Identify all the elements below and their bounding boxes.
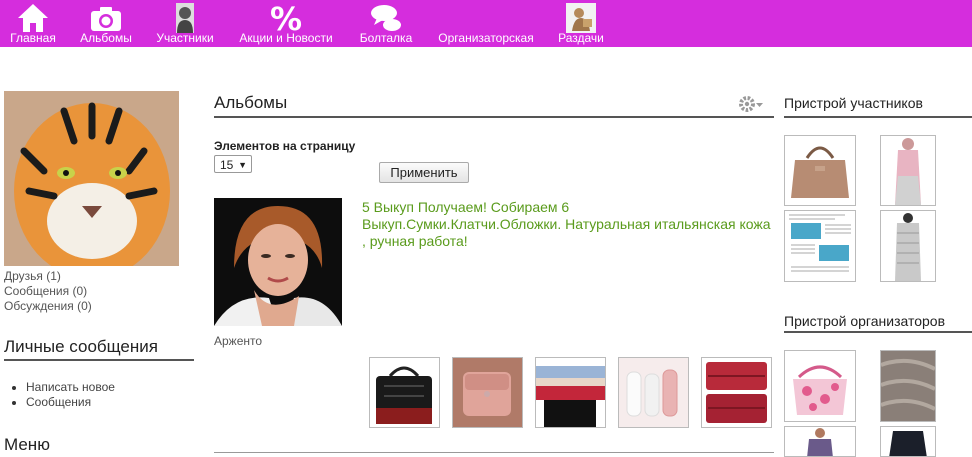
user-avatar[interactable] [4,91,179,266]
albums-divider [214,116,774,118]
svg-text:%: % [270,3,302,33]
grey-fabric-image [881,351,935,421]
per-page-value: 15 [220,158,234,172]
nav-home-label: Главная [10,31,56,45]
nav-news[interactable]: % Акции и Новости [232,0,340,47]
per-page-select[interactable]: 15 ▼ [214,155,252,173]
gift-icon [566,3,596,33]
home-icon [18,4,48,32]
pink-dress-image [881,136,935,205]
menu-section-title: Меню [4,435,50,454]
organizers-section-divider [784,331,972,333]
nav-chat-label: Болталка [359,31,413,45]
camera-icon [91,7,121,31]
per-page-label: Элементов на страницу [214,139,356,153]
woman-portrait-image [214,198,342,326]
nav-organizers-label: Организаторская [438,31,534,45]
organizer-item-thumbnail[interactable] [880,350,936,422]
album-title-link[interactable]: 5 Выкуп Получаем! Собираем 6 Выкуп.Сумки… [362,199,772,250]
brown-handbag-image [785,136,855,205]
floral-bag-image [785,351,855,421]
pm-section-divider [4,359,194,361]
organizer-item-thumbnail[interactable] [880,426,936,457]
album-thumbnail[interactable] [701,357,772,428]
organizers-section-title: Пристрой организаторов [784,313,946,329]
bullet [12,385,16,390]
members-section-title: Пристрой участников [784,95,923,111]
album-thumbnail[interactable] [452,357,523,428]
nav-giveaways[interactable]: Раздачи [553,0,609,47]
document-cards-image [785,211,855,281]
album-thumbnail[interactable] [535,357,606,428]
organizer-item-thumbnail[interactable] [784,350,856,422]
nav-chat[interactable]: Болталка [354,0,418,47]
nav-home[interactable]: Главная [4,0,62,47]
nav-giveaways-label: Раздачи [558,31,604,45]
gear-icon[interactable] [738,95,764,113]
bullet [12,400,16,405]
person-icon [176,3,194,33]
top-navigation: Главная Альбомы Участники % Акции и Ново… [0,0,972,47]
multicolor-bags-image [536,358,605,427]
nav-members-label: Участники [156,31,214,45]
member-item-thumbnail[interactable] [784,135,856,206]
pink-bag-image [453,358,522,427]
black-bag-image [370,358,439,427]
album-bottom-divider [214,452,774,453]
album-thumbnail[interactable] [369,357,440,428]
messages-link[interactable]: Сообщения (0) [4,284,92,299]
friends-link[interactable]: Друзья (1) [4,269,92,284]
apply-button[interactable]: Применить [379,162,469,183]
member-item-thumbnail[interactable] [880,210,936,282]
tiger-avatar-image [4,91,179,266]
page-title: Альбомы [214,93,288,112]
patterned-dress-image [785,427,855,456]
percent-icon: % [270,3,302,33]
dark-top-image [881,427,935,456]
pm-messages-label: Сообщения [26,395,92,409]
nav-albums[interactable]: Альбомы [74,0,138,47]
profile-links: Друзья (1) Сообщения (0) Обсуждения (0) [4,269,92,314]
red-croc-bags-image [702,358,771,427]
album-author[interactable]: Арженто [214,334,262,348]
chat-bubbles-icon [371,5,401,31]
member-item-thumbnail[interactable] [784,210,856,282]
pm-write-new-link[interactable]: Написать новое [12,380,115,395]
pm-messages-link[interactable]: Сообщения [12,395,91,410]
discussions-link[interactable]: Обсуждения (0) [4,299,92,314]
grey-dress-image [881,211,935,281]
pm-section-title: Личные сообщения [4,337,158,356]
white-cases-image [619,358,688,427]
nav-organizers[interactable]: Организаторская [432,0,540,47]
chevron-down-icon: ▼ [238,160,247,170]
member-item-thumbnail[interactable] [880,135,936,206]
album-cover-photo[interactable] [214,198,342,326]
nav-albums-label: Альбомы [80,31,132,45]
organizer-item-thumbnail[interactable] [784,426,856,457]
album-thumbnail[interactable] [618,357,689,428]
nav-news-label: Акции и Новости [239,31,333,45]
nav-members[interactable]: Участники [151,0,219,47]
members-section-divider [784,116,972,118]
pm-write-new-label: Написать новое [26,380,115,394]
